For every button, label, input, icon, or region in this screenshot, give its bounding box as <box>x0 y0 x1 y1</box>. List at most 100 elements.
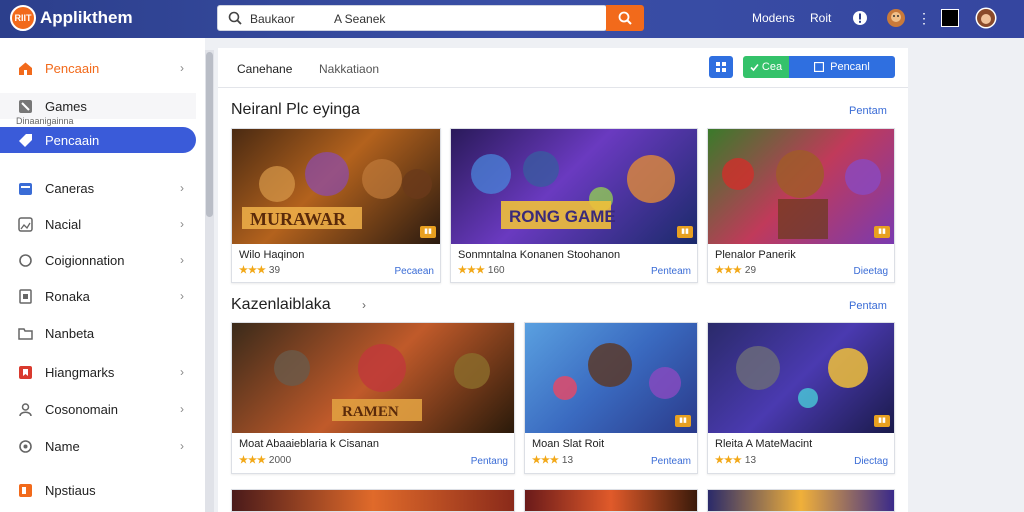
search-scope-text[interactable]: A Seanek <box>334 12 385 26</box>
sidebar-item-label: Caneras <box>45 180 95 196</box>
search-icon <box>228 11 242 25</box>
game-card[interactable]: RONG GAME ▮▮ Sonmntalna Konanen Stoohano… <box>450 128 698 283</box>
check-icon <box>750 63 759 71</box>
search-button[interactable] <box>606 5 644 31</box>
settings-icon <box>19 439 32 453</box>
tab-canehane[interactable]: Canehane <box>237 62 292 76</box>
sidebar-item-label: Cosonomain <box>45 401 118 417</box>
circle-icon <box>19 253 32 267</box>
game-artwork <box>553 343 681 400</box>
green-toggle-button[interactable]: Cea <box>743 56 789 78</box>
square-icon <box>814 62 825 72</box>
sidebar-item-label: Npstiaus <box>45 482 96 498</box>
card-rating: ★★★ 2000 <box>239 455 292 466</box>
game-thumbnail[interactable]: RONG GAME <box>451 129 697 244</box>
sidebar-scrollbar[interactable] <box>205 50 214 512</box>
top-bar: RIIT Applikthem Baukaor A Seanek Modens … <box>0 0 1024 38</box>
game-thumbnail[interactable]: RAMEN <box>232 323 514 433</box>
sidebar-item-pencaain-home[interactable]: Pencaain › <box>0 55 196 81</box>
sidebar-item-nacial[interactable]: Nacial › <box>0 211 196 237</box>
more-vertical-icon[interactable]: ⋮ <box>914 8 934 28</box>
sidebar-item-pencaain-active[interactable]: Pencaain <box>0 127 196 153</box>
card-action-link[interactable]: Penteam <box>651 266 691 277</box>
home-icon <box>19 62 32 75</box>
user-icon <box>19 402 32 416</box>
chevron-right-icon: › <box>180 402 184 416</box>
game-card[interactable] <box>231 489 515 512</box>
grid-view-button[interactable] <box>709 56 733 78</box>
card-title: Moat Abaaieblaria k Cisanan <box>239 438 380 450</box>
sidebar-item-npstiaus[interactable]: Npstiaus <box>0 477 196 503</box>
sidebar-item-label: Nanbeta <box>45 325 95 341</box>
game-artwork: MURAWAR <box>242 152 432 229</box>
sidebar-item-cosonomain[interactable]: Cosonomain › <box>0 396 196 422</box>
search-box[interactable]: Baukaor A Seanek <box>217 5 607 31</box>
game-thumbnail[interactable]: MURAWAR <box>232 129 440 244</box>
card-title: Rleita A MateMacint <box>715 438 813 450</box>
game-thumbnail[interactable] <box>525 490 697 511</box>
game-thumbnail[interactable] <box>232 490 514 511</box>
game-thumbnail[interactable] <box>708 490 894 511</box>
game-card[interactable]: RAMEN Moat Abaaieblaria k Cisanan ★★★ 200… <box>231 322 515 474</box>
card-title: Sonmntalna Konanen Stoohanon <box>458 249 621 261</box>
chevron-right-icon: › <box>180 217 184 231</box>
see-all-link[interactable]: Pentam <box>849 105 887 117</box>
card-rating: ★★★ 160 <box>458 265 505 276</box>
card-title: Wilo Haqinon <box>239 249 305 261</box>
alert-icon[interactable] <box>850 8 870 28</box>
sidebar-item-label: Hiangmarks <box>45 364 115 380</box>
search-icon <box>618 11 632 25</box>
game-artwork: RONG GAME <box>471 151 675 229</box>
game-thumbnail[interactable] <box>525 323 697 433</box>
sidebar-item-ronaka[interactable]: Ronaka › <box>0 283 196 309</box>
profile-square-icon[interactable] <box>940 8 960 28</box>
card-badge: ▮▮ <box>677 226 693 238</box>
card-action-link[interactable]: Pecaean <box>395 266 434 277</box>
game-artwork <box>736 346 868 408</box>
folder-outline-icon <box>18 327 33 340</box>
sidebar-item-coigionnation[interactable]: Coigionnation › <box>0 247 196 273</box>
card-action-link[interactable]: Dieetag <box>854 266 888 277</box>
top-link-roit[interactable]: Roit <box>810 11 831 25</box>
card-badge: ▮▮ <box>874 415 890 427</box>
sidebar-item-hiangmarks[interactable]: Hiangmarks › <box>0 359 196 385</box>
game-card[interactable]: ▮▮ Rleita A MateMacint ★★★ 13 Diectag <box>707 322 895 474</box>
sidebar-item-label: Name <box>45 438 80 454</box>
game-card[interactable] <box>707 489 895 512</box>
chevron-right-icon: › <box>180 439 184 453</box>
card-title: Plenalor Panerik <box>715 249 796 261</box>
app-logo[interactable]: RIIT <box>10 5 36 31</box>
card-action-link[interactable]: Pentang <box>471 456 508 467</box>
scrollbar-thumb[interactable] <box>206 52 213 217</box>
primary-action-button[interactable]: Pencanl <box>789 56 895 78</box>
game-avatar-icon[interactable] <box>886 8 906 28</box>
chevron-right-icon: › <box>180 289 184 303</box>
sidebar-item-name[interactable]: Name › <box>0 433 196 459</box>
chevron-right-icon[interactable]: › <box>362 298 366 312</box>
card-action-link[interactable]: Diectag <box>854 456 888 467</box>
sidebar-item-nanbeta[interactable]: Nanbeta <box>0 320 196 346</box>
sidebar-item-caneras[interactable]: Caneras › <box>0 175 196 201</box>
tab-nakkatiaon[interactable]: Nakkatiaon <box>319 62 379 76</box>
card-action-link[interactable]: Penteam <box>651 456 691 467</box>
section-title: Kazenlaiblaka <box>231 296 331 313</box>
game-card[interactable]: MURAWAR ▮▮ Wilo Haqinon ★★★ 39 Pecaean <box>231 128 441 283</box>
game-card[interactable]: ▮▮ Plenalor Panerik ★★★ 29 Dieetag <box>707 128 895 283</box>
game-thumbnail[interactable] <box>708 323 894 433</box>
folder-icon <box>19 182 32 195</box>
document-icon <box>19 288 32 304</box>
top-link-modens[interactable]: Modens <box>752 11 795 25</box>
art-text: MURAWAR <box>250 209 347 229</box>
card-badge: ▮▮ <box>675 415 691 427</box>
card-title: Moan Slat Roit <box>532 438 605 450</box>
game-card[interactable] <box>524 489 698 512</box>
game-thumbnail[interactable] <box>708 129 894 244</box>
app-title[interactable]: Applikthem <box>40 8 133 28</box>
user-avatar[interactable] <box>975 7 997 29</box>
see-all-link[interactable]: Pentam <box>849 300 887 312</box>
chevron-right-icon: › <box>180 61 184 75</box>
sidebar-item-label: Pencaain <box>45 132 100 148</box>
search-input-text[interactable]: Baukaor <box>250 12 295 26</box>
game-card[interactable]: ▮▮ Moan Slat Roit ★★★ 13 Penteam <box>524 322 698 474</box>
primary-action-label: Pencanl <box>830 61 870 73</box>
